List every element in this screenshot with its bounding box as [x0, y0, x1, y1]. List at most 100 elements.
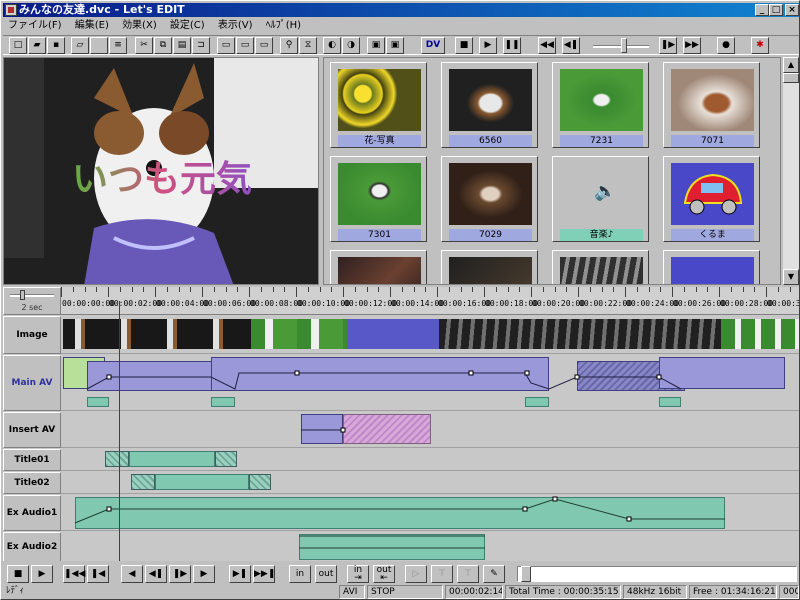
color-bars-icon[interactable]: [90, 37, 108, 54]
layout-b-icon[interactable]: ▭: [236, 37, 254, 54]
document-icon[interactable]: ≡: [109, 37, 127, 54]
scroll-up-icon[interactable]: ▲: [783, 57, 799, 73]
mark-in-button[interactable]: in: [289, 565, 311, 583]
media-clip[interactable]: 7071: [663, 62, 760, 148]
audio-envelope[interactable]: [61, 495, 799, 531]
import-icon[interactable]: ▱: [71, 37, 89, 54]
layout-a-icon[interactable]: ▭: [217, 37, 235, 54]
zoom-slider[interactable]: [10, 294, 54, 297]
step-back-icon[interactable]: ◀❚: [562, 37, 580, 54]
media-clip[interactable]: [552, 250, 649, 284]
insert-av-track[interactable]: [61, 412, 799, 448]
media-clip[interactable]: 7301: [330, 156, 427, 242]
image-track[interactable]: [61, 316, 799, 354]
title-fade-out[interactable]: [215, 451, 237, 467]
trim-c-icon[interactable]: ⊤: [457, 565, 479, 583]
trim-a-icon[interactable]: ▷: [405, 565, 427, 583]
zoom-slider-thumb[interactable]: [20, 290, 25, 300]
gallery-scrollbar[interactable]: ▲ ▼: [783, 57, 799, 285]
transition-marker[interactable]: [87, 397, 109, 407]
save-icon[interactable]: ▪: [47, 37, 65, 54]
dv-button[interactable]: DV: [421, 37, 445, 54]
media-clip[interactable]: 7029: [441, 156, 538, 242]
media-clip[interactable]: 6560: [441, 62, 538, 148]
scroll-thumb[interactable]: [783, 73, 799, 83]
wand-icon[interactable]: ⚲: [280, 37, 298, 54]
title-clip[interactable]: [129, 451, 215, 467]
menu-view[interactable]: 表示(V): [213, 18, 258, 34]
menu-effect[interactable]: 効果(X): [117, 18, 162, 34]
go-start-icon[interactable]: ❚◀◀: [63, 565, 85, 583]
menu-file[interactable]: ファイル(F): [3, 18, 67, 34]
play-icon[interactable]: ▶: [31, 565, 53, 583]
volume-slider-thumb[interactable]: [620, 38, 627, 53]
menu-help[interactable]: ﾍﾙﾌﾟ(H): [261, 18, 306, 34]
go-in-button[interactable]: in ⇥: [347, 565, 369, 583]
rewind-icon[interactable]: ◀◀: [538, 37, 556, 54]
volume-envelope[interactable]: [61, 355, 799, 411]
seek-bar[interactable]: [517, 566, 797, 582]
layout-c-icon[interactable]: ▭: [255, 37, 273, 54]
video-preview[interactable]: いつも元気: [3, 57, 319, 285]
record-icon[interactable]: ●: [717, 37, 735, 54]
stop-icon[interactable]: ■: [455, 37, 473, 54]
scroll-down-icon[interactable]: ▼: [783, 269, 799, 285]
timer-icon[interactable]: ⧖: [299, 37, 317, 54]
transition-marker[interactable]: [659, 397, 681, 407]
media-clip[interactable]: [330, 250, 427, 284]
media-clip[interactable]: [441, 250, 538, 284]
cut-icon[interactable]: ✂: [135, 37, 153, 54]
step-back-icon[interactable]: ◀: [121, 565, 143, 583]
window-a-icon[interactable]: ▣: [367, 37, 385, 54]
media-clip[interactable]: 花-写真: [330, 62, 427, 148]
fast-forward-icon[interactable]: ▶▶: [683, 37, 701, 54]
media-clip[interactable]: くるま: [663, 156, 760, 242]
transition-marker[interactable]: [525, 397, 549, 407]
seek-thumb[interactable]: [521, 566, 531, 582]
title01-track[interactable]: [61, 449, 799, 471]
effect-a-icon[interactable]: ◐: [323, 37, 341, 54]
frame-forward-icon[interactable]: ❚▶: [169, 565, 191, 583]
title-fade-in[interactable]: [131, 474, 155, 490]
mark-out-button[interactable]: out: [315, 565, 337, 583]
media-clip-audio[interactable]: 🔈 音楽♪: [552, 156, 649, 242]
paste-icon[interactable]: ▤: [173, 37, 191, 54]
frame-back-icon[interactable]: ◀❚: [145, 565, 167, 583]
close-button[interactable]: ×: [785, 4, 799, 16]
title02-track[interactable]: [61, 472, 799, 494]
playhead[interactable]: [119, 301, 120, 561]
step-forward-icon[interactable]: ❚▶: [659, 37, 677, 54]
transition-marker[interactable]: [211, 397, 235, 407]
time-ruler[interactable]: 00:00:00:00 00:00:02:00 00:00:04:00 00:00:0…: [61, 287, 799, 315]
trim-b-icon[interactable]: ⊤: [431, 565, 453, 583]
zoom-control[interactable]: 2 sec: [3, 287, 61, 315]
window-b-icon[interactable]: ▣: [386, 37, 404, 54]
play-icon[interactable]: ▶: [479, 37, 497, 54]
title-clip[interactable]: [155, 474, 249, 490]
stop-icon[interactable]: ■: [7, 565, 29, 583]
open-folder-icon[interactable]: ▰: [28, 37, 46, 54]
export-icon[interactable]: ✱: [751, 37, 769, 54]
pause-icon[interactable]: ❚❚: [503, 37, 521, 54]
edit-pen-icon[interactable]: ✎: [483, 565, 505, 583]
effect-b-icon[interactable]: ◑: [342, 37, 360, 54]
go-end-icon[interactable]: ▶▶❚: [253, 565, 275, 583]
ex-audio1-track[interactable]: [61, 495, 799, 531]
prev-clip-icon[interactable]: ❚◀: [87, 565, 109, 583]
copy-icon[interactable]: ⧉: [154, 37, 172, 54]
menu-settings[interactable]: 設定(C): [165, 18, 210, 34]
title-fade-out[interactable]: [249, 474, 271, 490]
step-forward-icon[interactable]: ▶: [193, 565, 215, 583]
ex-audio2-track[interactable]: [61, 532, 799, 561]
new-icon[interactable]: □: [9, 37, 27, 54]
maximize-button[interactable]: □: [769, 4, 783, 16]
minimize-button[interactable]: _: [755, 4, 769, 16]
split-icon[interactable]: ⊐: [192, 37, 210, 54]
menu-edit[interactable]: 編集(E): [70, 18, 114, 34]
media-clip[interactable]: [663, 250, 760, 284]
go-out-button[interactable]: out ⇤: [373, 565, 395, 583]
title-fade-in[interactable]: [105, 451, 129, 467]
main-av-track[interactable]: [61, 355, 799, 411]
next-clip-icon[interactable]: ▶❚: [229, 565, 251, 583]
media-clip[interactable]: 7231: [552, 62, 649, 148]
